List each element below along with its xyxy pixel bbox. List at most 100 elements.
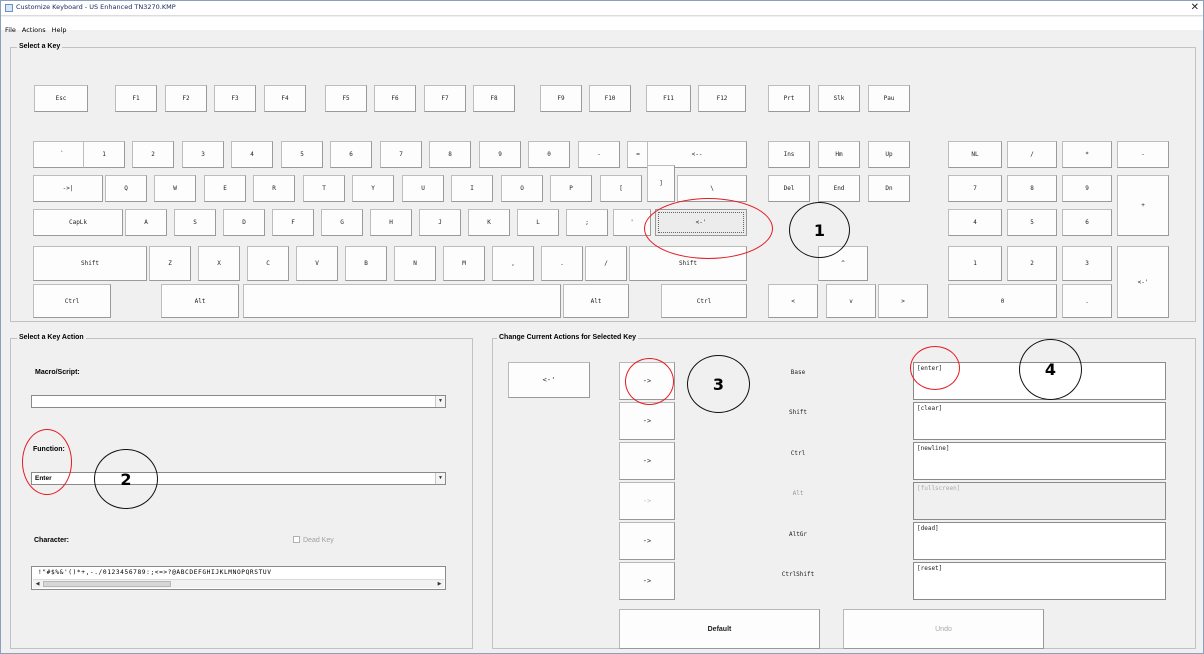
key-b[interactable]: B: [345, 246, 387, 281]
key-numpad-6[interactable]: 6: [1062, 209, 1112, 236]
menu-file[interactable]: File: [1, 24, 19, 34]
dropdown-arrow-icon[interactable]: ▼: [435, 473, 445, 484]
assign-ctrlshift-button[interactable]: ->: [619, 562, 675, 600]
key-f6[interactable]: F6: [374, 85, 416, 112]
key-hm[interactable]: Hm: [818, 141, 860, 168]
key-s[interactable]: S: [174, 209, 216, 236]
key-a[interactable]: A: [125, 209, 167, 236]
key-del[interactable]: Del: [768, 175, 810, 202]
key-right-alt[interactable]: Alt: [563, 284, 629, 318]
key-x[interactable]: X: [198, 246, 240, 281]
character-picker[interactable]: !"#$%&'()*+,-./0123456789:;<=>?@ABCDEFGH…: [31, 566, 446, 590]
key-4[interactable]: 4: [231, 141, 273, 168]
key-quote[interactable]: ': [613, 209, 651, 236]
key-enter-selected[interactable]: <-': [655, 209, 747, 236]
key-7[interactable]: 7: [380, 141, 422, 168]
undo-button[interactable]: Undo: [843, 609, 1044, 649]
character-scrollbar[interactable]: ◀ ▶: [33, 579, 444, 588]
action-field-ctrlshift[interactable]: [reset]: [913, 562, 1166, 600]
key-o[interactable]: O: [501, 175, 543, 202]
assign-altgr-button[interactable]: ->: [619, 522, 675, 560]
menu-actions[interactable]: Actions: [19, 24, 49, 34]
key-prt[interactable]: Prt: [768, 85, 810, 112]
key-numpad-0[interactable]: 0: [948, 284, 1057, 318]
assign-shift-button[interactable]: ->: [619, 402, 675, 440]
key-backslash[interactable]: \: [677, 175, 747, 202]
key-h[interactable]: H: [370, 209, 412, 236]
key-3[interactable]: 3: [182, 141, 224, 168]
key-numpad-4[interactable]: 4: [948, 209, 1002, 236]
key-r[interactable]: R: [253, 175, 295, 202]
macro-script-dropdown[interactable]: ▼: [31, 395, 446, 408]
key-semicolon[interactable]: ;: [566, 209, 608, 236]
key-g[interactable]: G: [321, 209, 363, 236]
key-m[interactable]: M: [443, 246, 485, 281]
key-z[interactable]: Z: [149, 246, 191, 281]
key-slk[interactable]: Slk: [818, 85, 860, 112]
default-button[interactable]: Default: [619, 609, 820, 649]
key-f2[interactable]: F2: [165, 85, 207, 112]
action-field-altgr[interactable]: [dead]: [913, 522, 1166, 560]
key-numpad-8[interactable]: 8: [1007, 175, 1057, 202]
action-field-alt[interactable]: [fullscreen]: [913, 482, 1166, 520]
key-1[interactable]: 1: [83, 141, 125, 168]
key-up[interactable]: Up: [868, 141, 910, 168]
action-field-shift[interactable]: [clear]: [913, 402, 1166, 440]
key-f5[interactable]: F5: [325, 85, 367, 112]
key-capslock[interactable]: CapLk: [33, 209, 123, 236]
key-numpad-divide[interactable]: /: [1007, 141, 1057, 168]
assign-alt-button[interactable]: ->: [619, 482, 675, 520]
key-f12[interactable]: F12: [698, 85, 746, 112]
key-q[interactable]: Q: [105, 175, 147, 202]
scrollbar-thumb[interactable]: [43, 581, 171, 587]
key-numpad-enter[interactable]: <-': [1117, 246, 1169, 318]
key-numlock[interactable]: NL: [948, 141, 1002, 168]
key-i[interactable]: I: [451, 175, 493, 202]
key-backspace[interactable]: <--: [647, 141, 747, 168]
key-minus[interactable]: -: [578, 141, 620, 168]
dead-key-checkbox[interactable]: Dead Key: [293, 536, 334, 544]
key-period[interactable]: .: [541, 246, 583, 281]
menu-help[interactable]: Help: [49, 24, 70, 34]
key-5[interactable]: 5: [281, 141, 323, 168]
key-numpad-5[interactable]: 5: [1007, 209, 1057, 236]
key-f11[interactable]: F11: [646, 85, 691, 112]
key-end[interactable]: End: [818, 175, 860, 202]
action-field-ctrl[interactable]: [newline]: [913, 442, 1166, 480]
key-8[interactable]: 8: [429, 141, 471, 168]
key-f10[interactable]: F10: [589, 85, 631, 112]
key-ins[interactable]: Ins: [768, 141, 810, 168]
checkbox-box[interactable]: [293, 536, 300, 543]
key-t[interactable]: T: [303, 175, 345, 202]
key-right-shift[interactable]: Shift: [629, 246, 747, 281]
key-f8[interactable]: F8: [473, 85, 515, 112]
key-numpad-multiply[interactable]: *: [1062, 141, 1112, 168]
key-0[interactable]: 0: [528, 141, 570, 168]
key-comma[interactable]: ,: [492, 246, 534, 281]
key-v[interactable]: V: [296, 246, 338, 281]
key-numpad-add[interactable]: +: [1117, 175, 1169, 236]
key-l[interactable]: L: [517, 209, 559, 236]
key-arrow-left[interactable]: <: [768, 284, 818, 318]
key-f[interactable]: F: [272, 209, 314, 236]
key-9[interactable]: 9: [479, 141, 521, 168]
key-d[interactable]: D: [223, 209, 265, 236]
key-numpad-decimal[interactable]: .: [1062, 284, 1112, 318]
key-numpad-1[interactable]: 1: [948, 246, 1002, 281]
key-equals[interactable]: =: [627, 141, 649, 168]
key-u[interactable]: U: [402, 175, 444, 202]
key-slash[interactable]: /: [585, 246, 627, 281]
scroll-right-icon[interactable]: ▶: [435, 580, 444, 588]
key-p[interactable]: P: [550, 175, 592, 202]
key-arrow-right[interactable]: >: [878, 284, 928, 318]
key-arrow-down[interactable]: v: [826, 284, 876, 318]
key-right-bracket[interactable]: ]: [647, 165, 675, 202]
key-numpad-2[interactable]: 2: [1007, 246, 1057, 281]
key-f9[interactable]: F9: [540, 85, 582, 112]
key-n[interactable]: N: [394, 246, 436, 281]
key-2[interactable]: 2: [132, 141, 174, 168]
key-e[interactable]: E: [204, 175, 246, 202]
assign-base-button[interactable]: ->: [619, 362, 675, 400]
key-w[interactable]: W: [154, 175, 196, 202]
key-right-ctrl[interactable]: Ctrl: [661, 284, 747, 318]
